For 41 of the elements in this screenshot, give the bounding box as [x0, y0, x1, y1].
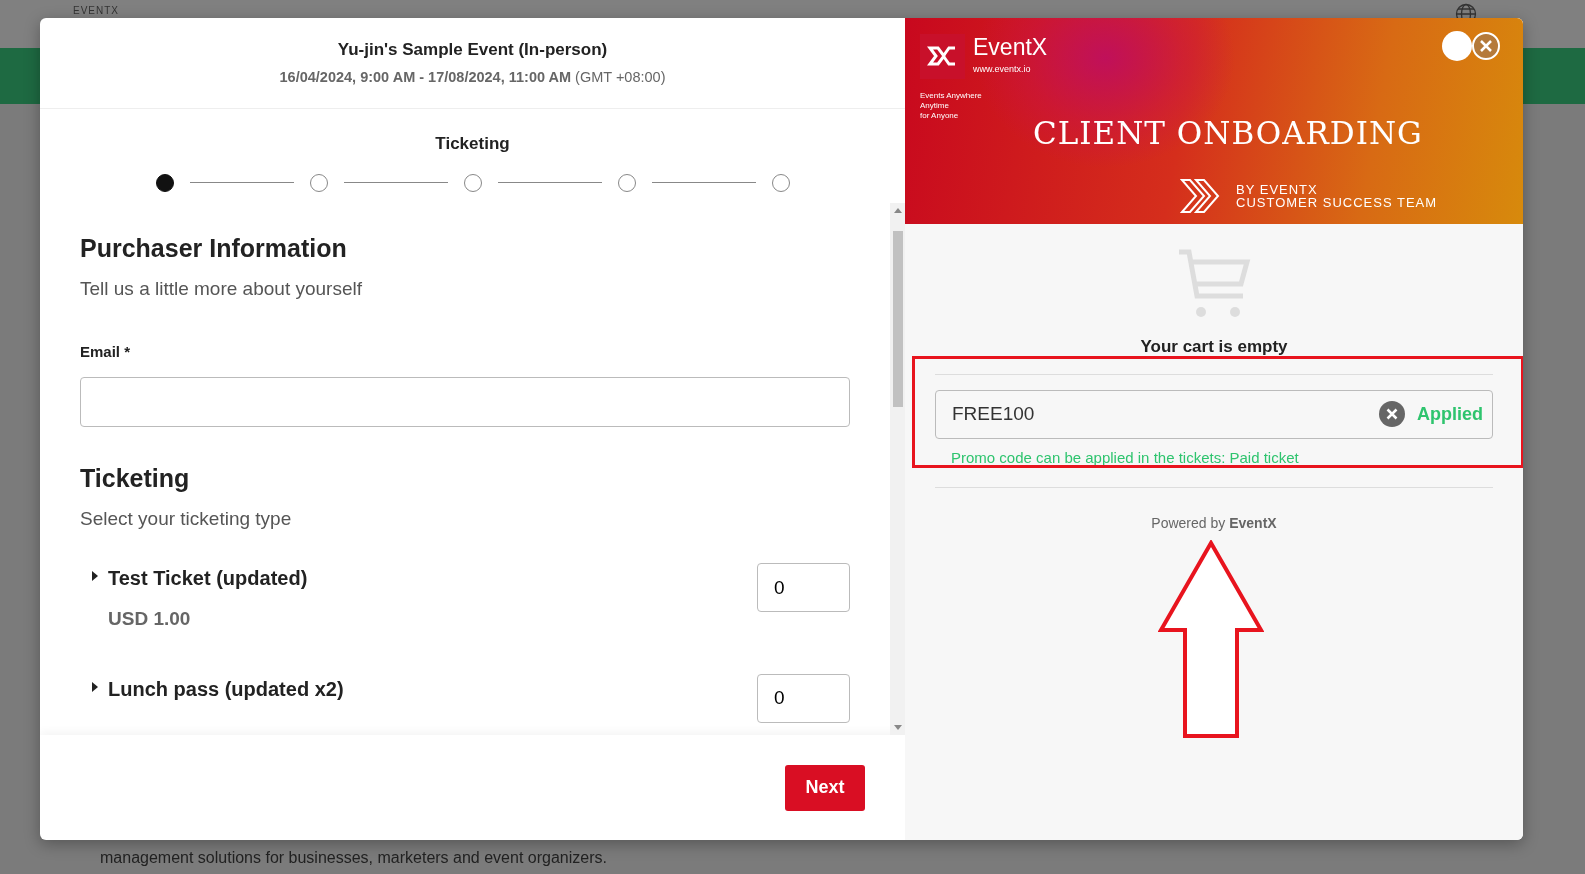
scroll-up-icon[interactable]	[893, 206, 902, 213]
step-title: Ticketing	[434, 133, 511, 155]
section-heading: Ticketing	[80, 462, 191, 493]
promo-status: Applied	[1417, 402, 1483, 426]
backdrop-logo: EVENTX	[73, 4, 119, 18]
clear-icon[interactable]	[1379, 401, 1405, 427]
event-dates: 16/04/2024, 9:00 AM - 17/08/2024, 11:00 AM (GMT +08:00)	[279, 67, 666, 87]
ticket-name: Lunch pass (updated x2)	[108, 676, 344, 702]
powered-by-text: Powered by EventX	[1151, 514, 1277, 533]
scrollbar-track[interactable]	[890, 202, 905, 735]
scrollbar-thumb[interactable]	[892, 230, 903, 407]
banner-tagline: Anytime	[920, 101, 950, 111]
email-label: Email *	[80, 342, 132, 362]
step-indicator[interactable]	[155, 173, 174, 192]
quantity-field[interactable]: 0	[757, 673, 850, 723]
banner-brand: EventX	[973, 36, 1048, 59]
banner-url: www.eventx.io	[973, 63, 1032, 76]
video-bubble-icon	[1439, 28, 1475, 64]
banner-byline: BY EVENTX	[1236, 183, 1319, 196]
banner-tagline: Events Anywhere	[920, 91, 983, 101]
section-subtitle: Select your ticketing type	[80, 506, 293, 531]
next-button[interactable]: Next	[785, 764, 865, 811]
event-title: Yu-jin's Sample Event (In-person)	[337, 39, 608, 62]
ticket-price: USD 1.00	[108, 607, 192, 631]
cart-empty-text: Your cart is empty	[1140, 336, 1288, 358]
email-field[interactable]	[80, 376, 850, 427]
banner-byline: CUSTOMER SUCCESS TEAM	[1236, 196, 1438, 209]
caret-icon[interactable]	[90, 571, 100, 581]
quantity-field[interactable]: 0	[757, 563, 850, 612]
banner-tagline: for Anyone	[920, 111, 960, 121]
section-heading: Purchaser Information	[80, 232, 348, 263]
close-icon[interactable]	[1471, 31, 1501, 61]
banner-title: CLIENT ONBOARDING	[1033, 114, 1423, 153]
section-subtitle: Tell us a little more about yourself	[80, 276, 363, 301]
caret-icon[interactable]	[90, 681, 100, 692]
scroll-down-icon[interactable]	[893, 725, 902, 731]
cart-icon	[1177, 248, 1251, 318]
backdrop-text: management solutions for businesses, marketers and event organizers.	[100, 848, 607, 868]
chevrons-icon	[1180, 178, 1222, 214]
ticket-name: Test Ticket (updated)	[108, 566, 308, 591]
promo-message: Promo code can be applied in the tickets: Paid ticket	[951, 447, 1299, 468]
